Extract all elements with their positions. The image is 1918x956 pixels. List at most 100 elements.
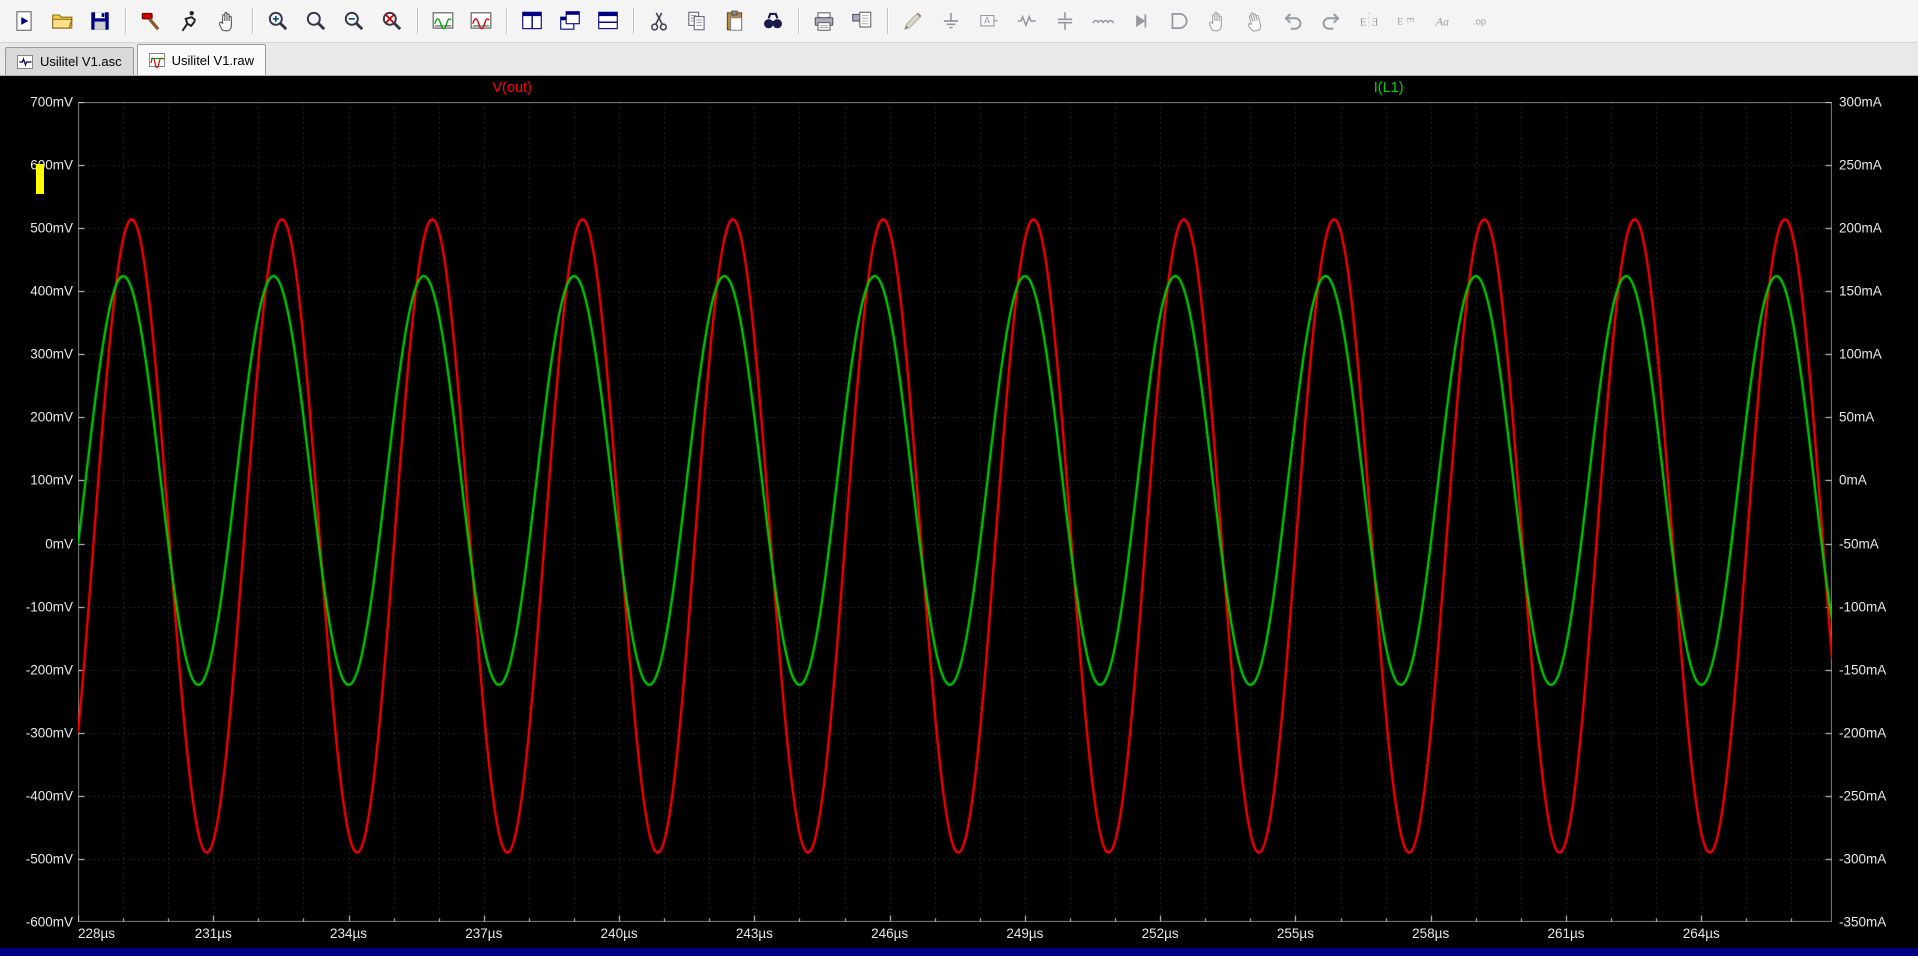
zoom-out-button[interactable] <box>336 4 372 38</box>
undo-button[interactable] <box>1275 4 1311 38</box>
save-file-icon <box>88 9 112 33</box>
place-net-label-icon: A <box>977 9 1001 33</box>
place-resistor-button[interactable] <box>1009 4 1045 38</box>
autorange-y-axis-button[interactable] <box>425 4 461 38</box>
svg-text:E: E <box>1371 16 1378 28</box>
x-tick-label: 261µs <box>1547 926 1585 941</box>
svg-text:E: E <box>1405 17 1416 23</box>
place-ground-button[interactable] <box>933 4 969 38</box>
toolbar-separator <box>125 8 126 34</box>
x-tick-label: 246µs <box>871 926 909 941</box>
svg-text:E: E <box>1360 16 1367 28</box>
svg-text:E: E <box>1397 16 1403 27</box>
print-preview-icon <box>850 9 874 33</box>
find-icon <box>761 9 785 33</box>
mirror-icon: EE <box>1357 9 1381 33</box>
x-tick-label: 234µs <box>330 926 368 941</box>
trace-label-v-out-[interactable]: V(out) <box>492 80 532 96</box>
place-net-label-button[interactable]: A <box>971 4 1007 38</box>
drag-icon <box>1243 9 1267 33</box>
halt-simulation-button[interactable] <box>209 4 245 38</box>
x-tick-label: 243µs <box>735 926 773 941</box>
place-capacitor-button[interactable] <box>1047 4 1083 38</box>
y-right-tick-label: 100mA <box>1839 346 1882 362</box>
tab-waveform[interactable]: Usilitel V1.raw <box>136 44 266 75</box>
zoom-full-extents-button[interactable] <box>374 4 410 38</box>
place-component-button[interactable] <box>1161 4 1197 38</box>
x-tick-label: 255µs <box>1276 926 1314 941</box>
zoom-out-icon <box>342 9 366 33</box>
tab-label: Usilitel V1.asc <box>40 54 122 69</box>
print-preview-button[interactable] <box>844 4 880 38</box>
x-tick-label: 231µs <box>194 926 232 941</box>
toolbar: A E E E E Aa .op <box>0 0 1918 43</box>
y-left-tick-label: 500mV <box>30 220 73 236</box>
place-diode-button[interactable] <box>1123 4 1159 38</box>
y-axis-left: 700mV 600mV 500mV 400mV 300mV 200mV 100mV 0mV -1… <box>0 95 78 930</box>
cascade-windows-button[interactable] <box>552 4 588 38</box>
redo-icon <box>1319 9 1343 33</box>
y-right-tick-label: -150mA <box>1839 662 1887 678</box>
place-text-button[interactable]: Aa <box>1427 4 1463 38</box>
toolbar-separator <box>506 8 507 34</box>
tab-label: Usilitel V1.raw <box>171 52 254 68</box>
place-inductor-button[interactable] <box>1085 4 1121 38</box>
y-right-tick-label: -200mA <box>1839 725 1887 741</box>
mirror-button[interactable]: EE <box>1351 4 1387 38</box>
zoom-in-button[interactable] <box>260 4 296 38</box>
paste-button[interactable] <box>717 4 753 38</box>
trace-label-i-l1-[interactable]: I(L1) <box>1374 80 1404 96</box>
spice-directive-button[interactable]: .op <box>1465 4 1501 38</box>
plot-settings-button[interactable] <box>463 4 499 38</box>
control-panel-button[interactable] <box>133 4 169 38</box>
open-file-button[interactable] <box>44 4 80 38</box>
cut-icon <box>647 9 671 33</box>
tile-vertically-button[interactable] <box>514 4 550 38</box>
y-left-tick-label: -200mV <box>25 662 73 678</box>
tab-schematic[interactable]: Usilitel V1.asc <box>5 47 134 75</box>
move-button[interactable] <box>1199 4 1235 38</box>
place-diode-icon <box>1129 9 1153 33</box>
y-left-tick-label: 200mV <box>30 409 73 425</box>
toolbar-separator <box>798 8 799 34</box>
y-right-tick-label: -300mA <box>1839 851 1887 867</box>
zoom-full-extents-icon <box>380 9 404 33</box>
yellow-marker <box>36 164 44 194</box>
copy-button[interactable] <box>679 4 715 38</box>
x-tick-label: 249µs <box>1006 926 1044 941</box>
rotate-button[interactable]: EE <box>1389 4 1425 38</box>
cut-button[interactable] <box>641 4 677 38</box>
redo-button[interactable] <box>1313 4 1349 38</box>
zoom-back-icon <box>304 9 328 33</box>
find-button[interactable] <box>755 4 791 38</box>
new-schematic-icon <box>12 9 36 33</box>
place-text-icon: Aa <box>1433 9 1457 33</box>
waveform-canvas[interactable] <box>78 102 1832 922</box>
print-button[interactable] <box>806 4 842 38</box>
zoom-back-button[interactable] <box>298 4 334 38</box>
zoom-in-icon <box>266 9 290 33</box>
spice-directive-icon: .op <box>1471 9 1495 33</box>
y-left-tick-label: 700mV <box>30 94 73 110</box>
x-tick-label: 228µs <box>78 926 116 941</box>
ltspice-window: A E E E E Aa .op Usilitel V1.asc Usilitel V1.r… <box>0 0 1918 956</box>
x-tick-label: 258µs <box>1412 926 1450 941</box>
y-right-tick-label: 150mA <box>1839 283 1882 299</box>
place-resistor-icon <box>1015 9 1039 33</box>
tile-horizontally-button[interactable] <box>590 4 626 38</box>
toolbar-separator <box>417 8 418 34</box>
new-schematic-button[interactable] <box>6 4 42 38</box>
halt-simulation-icon <box>215 9 239 33</box>
svg-text:Aa: Aa <box>1435 14 1449 28</box>
run-simulation-button[interactable] <box>171 4 207 38</box>
drag-button[interactable] <box>1237 4 1273 38</box>
draw-wire-button[interactable] <box>895 4 931 38</box>
save-file-button[interactable] <box>82 4 118 38</box>
place-ground-icon <box>939 9 963 33</box>
y-left-tick-label: 0mV <box>45 536 73 552</box>
paste-icon <box>723 9 747 33</box>
y-axis-right: 300mA 250mA 200mA 150mA 100mA 50mA 0mA -50mA -10… <box>1832 95 1918 930</box>
cascade-windows-icon <box>558 9 582 33</box>
y-left-tick-label: -100mV <box>25 599 73 615</box>
y-right-tick-label: -250mA <box>1839 788 1887 804</box>
